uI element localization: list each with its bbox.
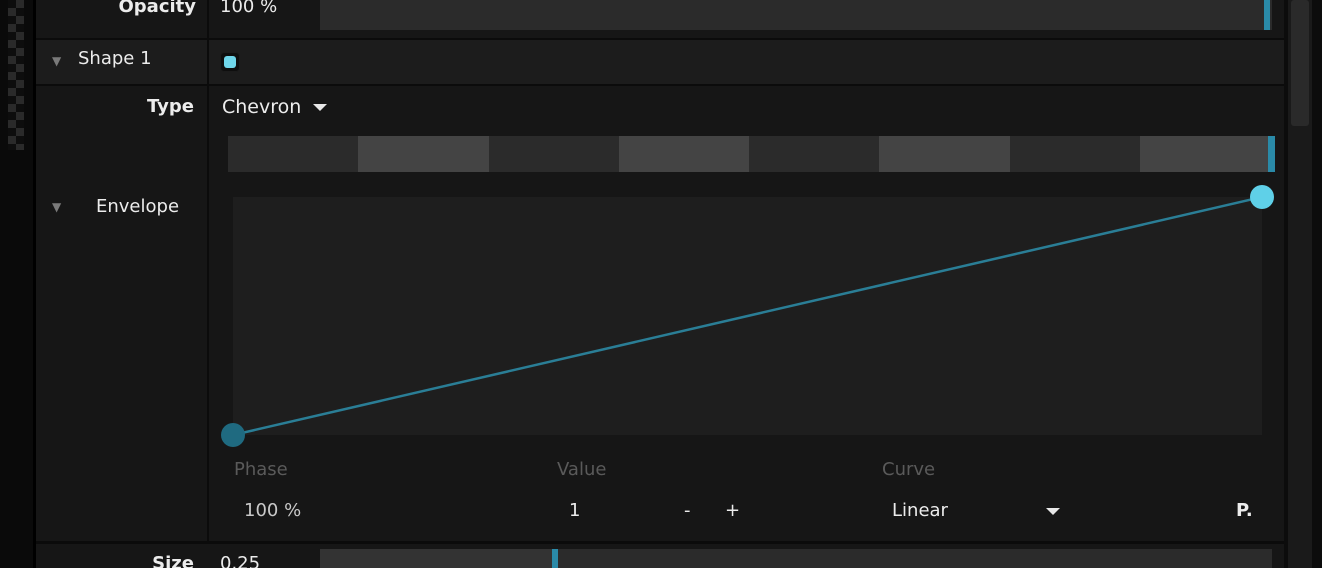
shape-preview-strip	[228, 136, 1270, 172]
preview-segment	[879, 136, 1010, 172]
checkbox-check	[224, 56, 236, 68]
phase-label: Phase	[234, 459, 288, 480]
value-label: Value	[557, 459, 607, 480]
value-value[interactable]: 1	[569, 500, 580, 521]
preview-segment	[228, 136, 359, 172]
increment-button[interactable]: +	[725, 500, 740, 521]
phase-value[interactable]: 100 %	[244, 500, 301, 521]
triangle-down-icon[interactable]: ▼	[52, 200, 61, 214]
opacity-value[interactable]: 100 %	[220, 0, 277, 17]
preview-segment	[1139, 136, 1270, 172]
preview-segment	[618, 136, 749, 172]
triangle-down-icon[interactable]: ▼	[52, 54, 61, 68]
opacity-label: Opacity	[118, 0, 196, 17]
properties-panel: Opacity 100 % ▼ Shape 1 Type Chevron ▼ E…	[0, 0, 1322, 568]
envelope-points-layer	[221, 185, 1274, 447]
checkerboard-pattern	[8, 0, 24, 150]
type-label: Type	[147, 96, 194, 117]
size-label: Size	[152, 553, 194, 568]
shape-enable-checkbox[interactable]	[220, 52, 240, 72]
row-divider	[36, 84, 1284, 86]
type-dropdown-value: Chevron	[222, 96, 302, 118]
left-strip	[0, 0, 36, 568]
caret-down-icon	[313, 104, 328, 111]
preview-segment	[749, 136, 880, 172]
preview-segment	[358, 136, 489, 172]
column-divider	[207, 0, 209, 84]
row-divider	[36, 541, 1284, 544]
scrollbar-thumb[interactable]	[1291, 0, 1309, 126]
column-divider	[207, 86, 209, 542]
envelope-point[interactable]	[221, 423, 245, 447]
preview-segment	[488, 136, 619, 172]
decrement-button[interactable]: -	[684, 500, 691, 521]
size-slider-handle[interactable]	[552, 549, 558, 568]
presets-button[interactable]: P.	[1236, 500, 1253, 521]
preview-segment	[1009, 136, 1140, 172]
curve-dropdown-value: Linear	[892, 500, 948, 521]
preview-strip-end-marker	[1268, 136, 1275, 172]
shape-title: Shape 1	[78, 48, 152, 69]
caret-down-icon[interactable]	[1046, 508, 1060, 515]
curve-dropdown[interactable]: Linear	[892, 500, 948, 521]
envelope-point[interactable]	[1250, 185, 1274, 209]
envelope-label: Envelope	[96, 196, 180, 217]
opacity-slider[interactable]	[320, 0, 1272, 30]
type-dropdown[interactable]: Chevron	[222, 96, 328, 118]
size-value[interactable]: 0.25	[220, 553, 260, 568]
size-slider-fill	[320, 549, 552, 568]
opacity-slider-handle[interactable]	[1264, 0, 1270, 30]
curve-label: Curve	[882, 459, 936, 480]
